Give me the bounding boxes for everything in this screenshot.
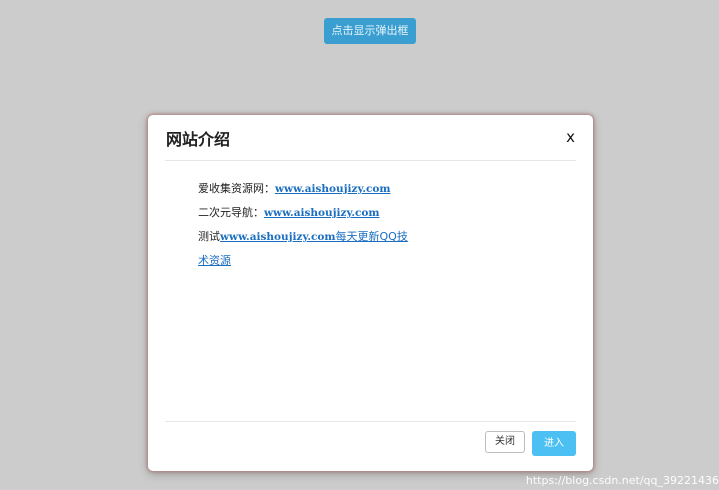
intro-line-2-label: 二次元导航：: [198, 206, 264, 219]
close-button[interactable]: 关闭: [485, 431, 525, 453]
enter-button[interactable]: 进入: [532, 431, 576, 456]
show-popup-button[interactable]: 点击显示弹出框: [324, 18, 416, 44]
intro-line-1-label: 爱收集资源网：: [198, 182, 275, 195]
modal-body: 爱收集资源网：www.aishoujizy.com 二次元导航：www.aish…: [198, 177, 413, 273]
footer-divider: [165, 421, 576, 422]
intro-line-3: 测试www.aishoujizy.com每天更新QQ技术资源: [198, 225, 413, 273]
close-icon[interactable]: x: [566, 127, 575, 147]
watermark: https://blog.csdn.net/qq_39221436: [526, 474, 719, 487]
intro-line-3-link[interactable]: www.aishoujizy.com每天更新QQ技术资源: [198, 230, 408, 267]
intro-line-2: 二次元导航：www.aishoujizy.com: [198, 201, 413, 225]
header-divider: [165, 160, 576, 161]
modal-title: 网站介绍: [166, 129, 230, 151]
intro-line-1: 爱收集资源网：www.aishoujizy.com: [198, 177, 413, 201]
intro-line-3-label: 测试: [198, 230, 220, 243]
modal-dialog: 网站介绍 x 爱收集资源网：www.aishoujizy.com 二次元导航：w…: [148, 115, 593, 471]
intro-line-2-link[interactable]: www.aishoujizy.com: [264, 207, 380, 219]
intro-line-3-link-site: www.aishoujizy.com: [220, 231, 336, 243]
intro-line-1-link[interactable]: www.aishoujizy.com: [275, 183, 391, 195]
